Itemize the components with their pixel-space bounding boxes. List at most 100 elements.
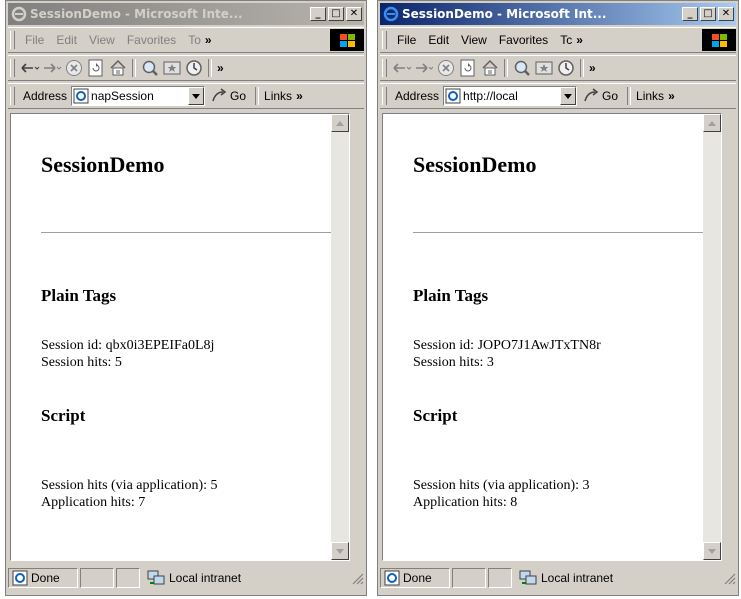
history-button[interactable]	[555, 58, 577, 78]
links-chevron-icon[interactable]: »	[666, 89, 677, 103]
links-label[interactable]: Links	[634, 89, 666, 103]
menu-view[interactable]: View	[455, 33, 493, 47]
go-button[interactable]: Go	[205, 88, 252, 104]
maximize-button[interactable]: □	[700, 7, 716, 21]
address-grip[interactable]	[382, 87, 387, 105]
page-content: SessionDemo Plain Tags Session id: qbx0i…	[11, 114, 336, 560]
menu-file[interactable]: File	[19, 33, 50, 47]
title-bar[interactable]: SessionDemo - Microsoft Inte... _ □ ✕	[8, 3, 364, 25]
toolbar-overflow-chevron-icon[interactable]: »	[587, 61, 598, 75]
menu-view[interactable]: View	[83, 33, 121, 47]
menu-edit[interactable]: Edit	[422, 33, 455, 47]
section-heading-script: Script	[41, 406, 86, 425]
maximize-button[interactable]: □	[328, 7, 344, 21]
search-button[interactable]	[139, 58, 161, 78]
session-hits-text: Session hits: 5	[41, 355, 122, 370]
browser-window-1: SessionDemo - Microsoft Inte... _ □ ✕ Fi…	[5, 0, 367, 596]
menu-favorites[interactable]: Favorites	[493, 33, 554, 47]
home-icon	[482, 59, 498, 76]
stop-button[interactable]	[435, 58, 457, 78]
menu-file[interactable]: File	[391, 33, 422, 47]
toolbar-grip[interactable]	[10, 59, 15, 77]
address-bar: Address napSession Go Links »	[8, 83, 364, 109]
menu-grip[interactable]	[10, 31, 15, 49]
address-input[interactable]: http://local	[443, 86, 578, 106]
session-hits-app-text: Session hits (via application): 3	[413, 478, 590, 493]
menu-grip[interactable]	[382, 31, 387, 49]
menu-overflow-chevron-icon[interactable]: »	[574, 33, 585, 47]
address-dropdown-button[interactable]	[560, 87, 577, 105]
scroll-up-button[interactable]	[331, 114, 349, 132]
links-label[interactable]: Links	[262, 89, 294, 103]
history-icon	[186, 60, 202, 76]
menu-overflow-chevron-icon[interactable]: »	[203, 33, 214, 47]
vertical-scrollbar[interactable]	[331, 114, 349, 560]
menu-tools[interactable]: To	[182, 33, 203, 47]
address-separator	[627, 87, 632, 105]
search-button[interactable]	[511, 58, 533, 78]
toolbar-grip[interactable]	[382, 59, 387, 77]
close-icon: ✕	[349, 8, 359, 19]
close-button[interactable]: ✕	[718, 7, 734, 21]
address-text[interactable]: http://local	[461, 89, 560, 103]
intranet-icon	[147, 570, 165, 585]
stop-icon	[66, 60, 82, 76]
refresh-button[interactable]	[85, 58, 107, 78]
refresh-icon	[460, 59, 475, 77]
favorites-button[interactable]	[533, 58, 555, 78]
stop-button[interactable]	[63, 58, 85, 78]
menu-tools[interactable]: Tc	[554, 33, 574, 47]
status-secure-cell	[116, 568, 140, 588]
minimize-icon: _	[687, 8, 693, 19]
favorites-icon	[163, 61, 181, 75]
go-button[interactable]: Go	[577, 88, 624, 104]
forward-button[interactable]	[41, 58, 63, 78]
status-progress-cell	[452, 568, 486, 588]
application-hits-text: Application hits: 7	[41, 495, 146, 510]
links-chevron-icon[interactable]: »	[294, 89, 305, 103]
vertical-scrollbar[interactable]	[703, 114, 721, 560]
menu-edit[interactable]: Edit	[50, 33, 83, 47]
toolbar-overflow-chevron-icon[interactable]: »	[215, 61, 226, 75]
favorites-icon	[535, 61, 553, 75]
address-bar: Address http://local Go Links »	[380, 83, 736, 109]
go-label: Go	[602, 89, 619, 103]
toolbar-separator	[132, 59, 136, 77]
stop-icon	[438, 60, 454, 76]
section-heading-script: Script	[413, 406, 458, 425]
go-arrow-icon	[212, 88, 227, 102]
go-arrow-icon	[584, 88, 599, 102]
scroll-up-button[interactable]	[703, 114, 721, 132]
title-bar[interactable]: SessionDemo - Microsoft Int... _ □ ✕	[380, 3, 736, 25]
toolbar-separator	[580, 59, 584, 77]
address-dropdown-button[interactable]	[188, 87, 205, 105]
page-icon	[73, 88, 89, 104]
zone-text: Local intranet	[169, 571, 242, 585]
search-icon	[514, 60, 530, 76]
scroll-down-button[interactable]	[703, 542, 721, 560]
toolbar-separator	[504, 59, 508, 77]
scroll-down-button[interactable]	[331, 542, 349, 560]
status-cell: Done	[380, 568, 450, 588]
address-grip[interactable]	[10, 87, 15, 105]
minimize-button[interactable]: _	[310, 7, 326, 21]
maximize-icon: □	[703, 8, 713, 19]
address-input[interactable]: napSession	[71, 86, 206, 106]
status-secure-cell	[488, 568, 512, 588]
home-button[interactable]	[107, 58, 129, 78]
menu-favorites[interactable]: Favorites	[121, 33, 182, 47]
home-button[interactable]	[479, 58, 501, 78]
menu-bar: File Edit View Favorites Tc »	[380, 27, 736, 53]
resize-grip-icon[interactable]	[722, 571, 736, 585]
history-button[interactable]	[183, 58, 205, 78]
back-button[interactable]	[19, 58, 41, 78]
close-button[interactable]: ✕	[346, 7, 362, 21]
minimize-button[interactable]: _	[682, 7, 698, 21]
refresh-button[interactable]	[457, 58, 479, 78]
resize-grip-icon[interactable]	[350, 571, 364, 585]
address-text[interactable]: napSession	[89, 89, 188, 103]
back-button[interactable]	[391, 58, 413, 78]
favorites-button[interactable]	[161, 58, 183, 78]
session-id-text: Session id: qbx0i3EPEIFa0L8j	[41, 338, 215, 353]
forward-button[interactable]	[413, 58, 435, 78]
